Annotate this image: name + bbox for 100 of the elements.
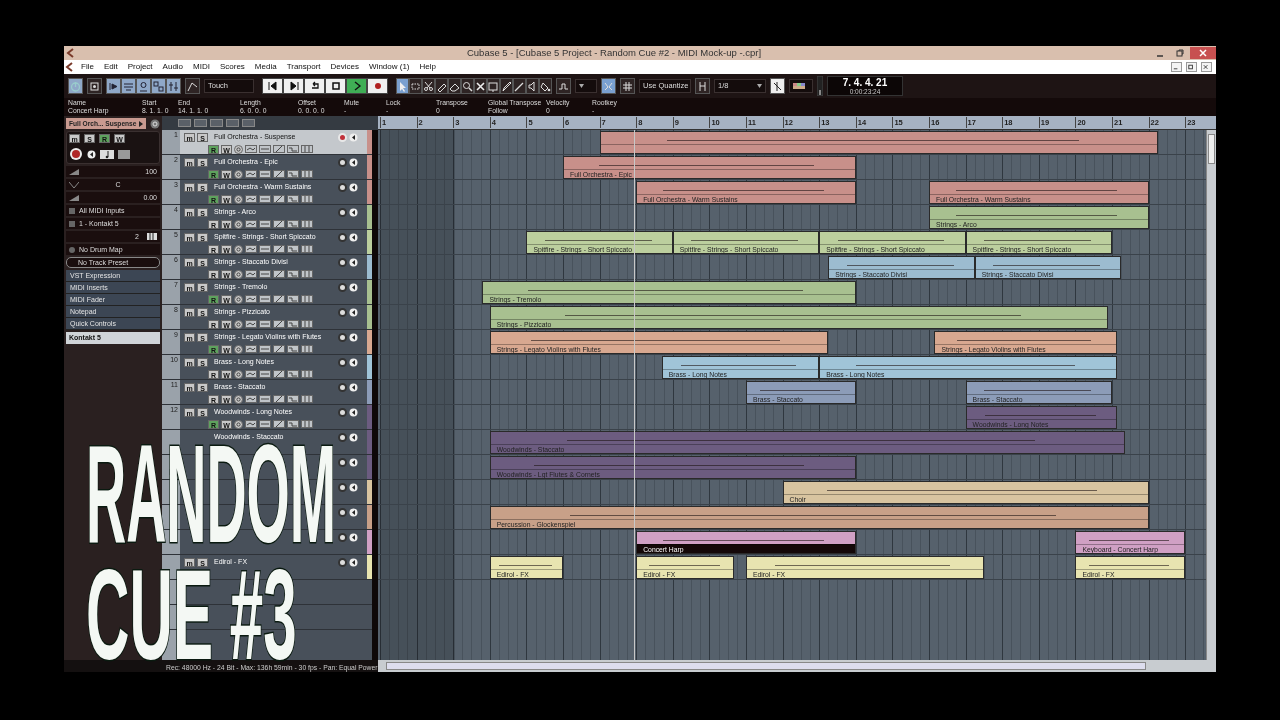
menu-item[interactable]: Transport [281, 60, 326, 74]
channel-icon[interactable] [245, 295, 257, 303]
record-enable-button[interactable] [338, 382, 347, 392]
lanes-icon[interactable] [259, 370, 271, 378]
channel-icon[interactable] [245, 345, 257, 353]
channel-icon[interactable] [245, 245, 257, 253]
lanes-icon[interactable] [259, 320, 271, 328]
pencil-icon[interactable] [273, 420, 285, 428]
overview-toggle[interactable] [136, 78, 151, 94]
edit-icon[interactable] [234, 419, 243, 429]
close-button[interactable] [1190, 47, 1216, 59]
record-enable-button[interactable] [338, 357, 347, 367]
edit-icon[interactable] [234, 369, 243, 379]
folder-icon[interactable] [287, 170, 299, 178]
monitor-icon[interactable] [349, 432, 358, 442]
keyboard-icon[interactable] [301, 170, 313, 178]
record-enable-button[interactable] [338, 557, 347, 567]
lanes-icon[interactable] [259, 245, 271, 253]
keyboard-icon[interactable] [301, 270, 313, 278]
zoom-tool[interactable] [461, 78, 474, 94]
line-tool[interactable] [513, 78, 526, 94]
keyboard-icon[interactable] [301, 245, 313, 253]
pencil-icon[interactable] [273, 345, 285, 353]
folder-icon[interactable] [287, 395, 299, 403]
scroll-thumb[interactable] [386, 662, 1146, 670]
edit-icon[interactable] [150, 118, 160, 129]
record-enable-button[interactable] [338, 332, 347, 342]
pencil-icon[interactable] [273, 195, 285, 203]
step-button[interactable] [770, 78, 785, 94]
pencil-icon[interactable] [273, 170, 285, 178]
lanes-icon[interactable] [259, 195, 271, 203]
folder-icon[interactable] [287, 320, 299, 328]
folder-icon[interactable] [118, 149, 130, 159]
keyboard-icon[interactable] [301, 195, 313, 203]
edit-icon[interactable] [234, 394, 243, 404]
inspector-toggle[interactable] [106, 78, 121, 94]
menu-item[interactable]: Window (1) [364, 60, 415, 74]
play-button[interactable] [346, 78, 367, 94]
mute-tool[interactable] [474, 78, 487, 94]
channel-icon[interactable] [245, 395, 257, 403]
monitor-icon[interactable] [87, 149, 96, 159]
record-enable-button[interactable] [338, 407, 347, 417]
warp-tool[interactable] [487, 78, 500, 94]
folder-icon[interactable] [287, 145, 299, 153]
folder-icon[interactable] [287, 420, 299, 428]
pencil-icon[interactable] [273, 270, 285, 278]
automation-button[interactable] [185, 78, 200, 94]
keyboard-icon[interactable] [301, 395, 313, 403]
monitor-icon[interactable] [349, 382, 358, 392]
channel-icon[interactable] [245, 320, 257, 328]
pencil-icon[interactable] [273, 395, 285, 403]
keyboard-icon[interactable] [301, 295, 313, 303]
speaker-tool[interactable] [526, 78, 539, 94]
edit-icon[interactable] [234, 319, 243, 329]
horizontal-scrollbar[interactable] [378, 660, 1216, 672]
stop-button[interactable] [325, 78, 346, 94]
grid-button[interactable] [620, 78, 635, 94]
monitor-icon[interactable] [349, 207, 358, 217]
color-tool[interactable] [539, 78, 552, 94]
color-dropdown[interactable] [789, 79, 813, 93]
monitor-icon[interactable] [349, 332, 358, 342]
record-enable-icon[interactable] [69, 147, 83, 161]
record-enable-button[interactable] [338, 282, 347, 292]
folder-icon[interactable] [287, 245, 299, 253]
folder-icon[interactable] [287, 370, 299, 378]
auto-scroll-button[interactable] [556, 78, 571, 94]
quantize-button[interactable] [695, 78, 710, 94]
record-enable-button[interactable] [338, 507, 347, 517]
range-tool[interactable] [409, 78, 422, 94]
record-enable-button[interactable] [338, 482, 347, 492]
snap-dropdown[interactable] [575, 79, 597, 93]
monitor-icon[interactable] [349, 132, 358, 142]
menu-item[interactable]: Help [414, 60, 441, 74]
menu-item[interactable]: Media [249, 60, 282, 74]
pencil-icon[interactable] [273, 370, 285, 378]
channel-icon[interactable] [245, 270, 257, 278]
menu-item[interactable]: Edit [98, 60, 123, 74]
record-button[interactable] [367, 78, 388, 94]
monitor-icon[interactable] [349, 407, 358, 417]
record-enable-button[interactable] [338, 307, 347, 317]
menu-item[interactable]: Scores [214, 60, 250, 74]
folder-icon[interactable] [287, 195, 299, 203]
lanes-icon[interactable] [259, 345, 271, 353]
monitor-icon[interactable] [349, 557, 358, 567]
pencil-icon[interactable] [273, 145, 285, 153]
channel-icon[interactable] [245, 370, 257, 378]
edit-icon[interactable] [234, 269, 243, 279]
monitor-icon[interactable] [349, 282, 358, 292]
close-icon[interactable] [1201, 62, 1212, 72]
lanes-icon[interactable] [259, 295, 271, 303]
minimize-icon[interactable] [1171, 62, 1182, 72]
keyboard-icon[interactable] [301, 345, 313, 353]
edit-icon[interactable] [234, 344, 243, 354]
menu-item[interactable]: Audio [157, 60, 189, 74]
monitor-icon[interactable] [349, 257, 358, 267]
edit-icon[interactable] [234, 194, 243, 204]
monitor-icon[interactable] [349, 482, 358, 492]
cycle-button[interactable] [304, 78, 325, 94]
lanes-icon[interactable] [259, 145, 271, 153]
lanes-icon[interactable] [259, 220, 271, 228]
